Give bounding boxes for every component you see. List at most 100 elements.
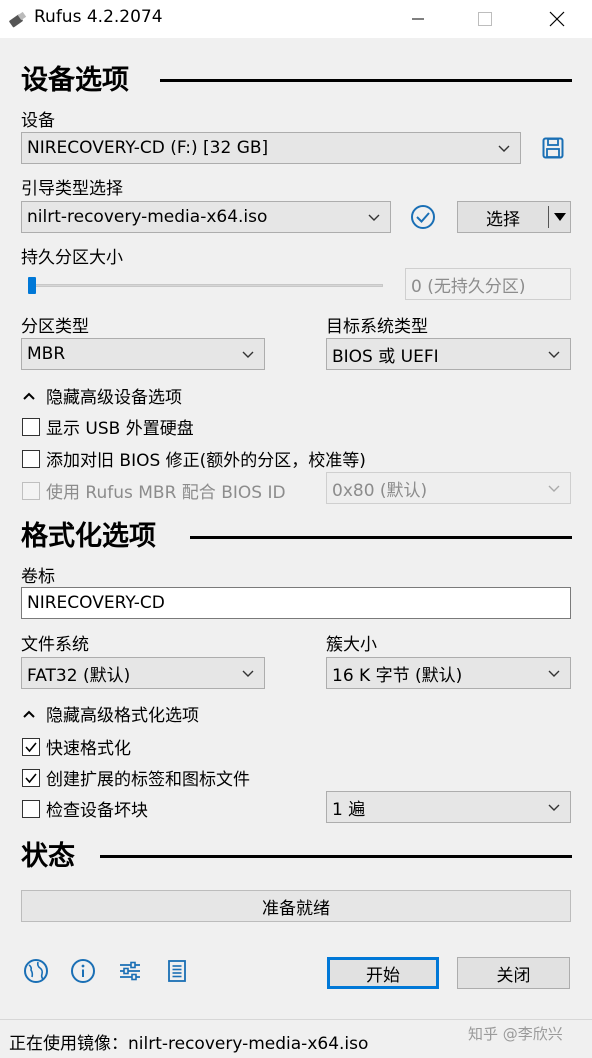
quick-format-label: 快速格式化 xyxy=(46,739,131,759)
start-button-label: 开始 xyxy=(366,965,400,986)
extended-label-option[interactable]: 创建扩展的标签和图标文件 xyxy=(22,765,250,790)
rufus-mbr-label: 使用 Rufus MBR 配合 BIOS ID xyxy=(46,483,286,503)
select-button-label: 选择 xyxy=(486,209,520,230)
chevron-down-icon xyxy=(498,145,510,152)
persistent-slider-track[interactable] xyxy=(31,284,383,287)
close-button[interactable]: 关闭 xyxy=(457,957,570,989)
title-bar: Rufus 4.2.2074 xyxy=(0,0,592,38)
bad-blocks-option[interactable]: 检查设备坏块 xyxy=(22,796,148,821)
advanced-device-toggle-label: 隐藏高级设备选项 xyxy=(46,388,182,408)
chevron-down-icon xyxy=(242,351,254,358)
persistent-size-field[interactable]: 0 (无持久分区) xyxy=(405,268,571,300)
close-button-label: 关闭 xyxy=(496,965,531,986)
quick-format-checkbox[interactable] xyxy=(22,737,40,756)
rufus-logo-icon xyxy=(9,11,27,28)
volume-label-input[interactable]: NIRECOVERY-CD xyxy=(21,587,571,619)
close-window-button[interactable] xyxy=(534,0,580,38)
passes-value: 1 遍 xyxy=(332,799,366,820)
verify-button[interactable] xyxy=(409,203,437,231)
partition-scheme-label: 分区类型 xyxy=(21,317,89,337)
checkmark-icon xyxy=(25,741,37,752)
bios-id-dropdown[interactable]: 0x80 (默认) xyxy=(326,472,571,504)
maximize-button[interactable] xyxy=(462,0,508,38)
section-divider xyxy=(190,536,572,539)
old-bios-fix-label: 添加对旧 BIOS 修正(额外的分区，校准等) xyxy=(46,451,366,471)
settings-button[interactable] xyxy=(116,957,144,985)
chevron-down-icon xyxy=(548,485,560,492)
chevron-down-icon xyxy=(368,214,380,221)
cluster-size-value: 16 K 字节 (默认) xyxy=(332,665,463,686)
partition-scheme-dropdown[interactable]: MBR xyxy=(21,338,265,370)
old-bios-fix-checkbox[interactable] xyxy=(22,449,40,468)
maximize-icon xyxy=(478,12,492,26)
watermark-text: 知乎 @李欣兴 xyxy=(468,1025,563,1043)
quick-format-option[interactable]: 快速格式化 xyxy=(22,734,131,759)
sliders-icon xyxy=(120,961,140,981)
file-system-label: 文件系统 xyxy=(21,635,89,655)
log-icon xyxy=(168,960,186,982)
device-section-title: 设备选项 xyxy=(21,65,129,96)
status-section-title: 状态 xyxy=(21,841,75,872)
chevron-up-icon xyxy=(23,392,35,400)
chevron-down-icon xyxy=(548,351,560,358)
old-bios-fix-option[interactable]: 添加对旧 BIOS 修正(额外的分区，校准等) xyxy=(22,446,366,471)
bad-blocks-label: 检查设备坏块 xyxy=(46,801,148,821)
rufus-mbr-option[interactable]: 使用 Rufus MBR 配合 BIOS ID xyxy=(22,478,286,503)
about-button[interactable] xyxy=(69,957,97,985)
persistent-size-value: 0 (无持久分区) xyxy=(411,276,526,297)
show-usb-hdd-label: 显示 USB 外置硬盘 xyxy=(46,419,194,439)
extended-label-label: 创建扩展的标签和图标文件 xyxy=(46,770,250,790)
format-section-title: 格式化选项 xyxy=(21,521,156,552)
bad-blocks-checkbox[interactable] xyxy=(22,799,40,818)
window-title: Rufus 4.2.2074 xyxy=(34,7,163,27)
globe-icon xyxy=(24,959,48,983)
caret-down-icon[interactable] xyxy=(553,212,567,222)
device-label: 设备 xyxy=(21,111,55,131)
status-progress-bar: 准备就绪 xyxy=(21,890,571,922)
info-icon xyxy=(71,959,95,983)
boot-selection-value: nilrt-recovery-media-x64.iso xyxy=(27,207,268,227)
volume-label-value: NIRECOVERY-CD xyxy=(27,593,165,613)
checkmark-icon xyxy=(25,772,37,783)
advanced-format-toggle-label: 隐藏高级格式化选项 xyxy=(46,706,199,726)
cluster-size-dropdown[interactable]: 16 K 字节 (默认) xyxy=(326,657,571,689)
device-value: NIRECOVERY-CD (F:) [32 GB] xyxy=(27,138,269,158)
persistent-slider-thumb[interactable] xyxy=(28,277,36,294)
show-usb-hdd-option[interactable]: 显示 USB 外置硬盘 xyxy=(22,414,194,439)
chevron-down-icon xyxy=(242,670,254,677)
partition-scheme-value: MBR xyxy=(27,344,66,364)
chevron-down-icon xyxy=(548,804,560,811)
status-text: 准备就绪 xyxy=(262,898,330,919)
persistent-partition-label: 持久分区大小 xyxy=(21,248,123,268)
boot-selection-dropdown[interactable]: nilrt-recovery-media-x64.iso xyxy=(21,201,391,233)
log-button[interactable] xyxy=(163,957,191,985)
minimize-icon xyxy=(412,18,424,20)
device-dropdown[interactable]: NIRECOVERY-CD (F:) [32 GB] xyxy=(21,132,521,164)
show-usb-hdd-checkbox[interactable] xyxy=(22,417,40,436)
volume-label-label: 卷标 xyxy=(21,567,55,587)
chevron-up-icon xyxy=(23,710,35,718)
boot-selection-label: 引导类型选择 xyxy=(21,179,123,199)
section-divider xyxy=(160,79,572,82)
status-bar: 正在使用镜像：nilrt-recovery-media-x64.iso 知乎 @… xyxy=(0,1019,592,1058)
advanced-device-toggle[interactable]: 隐藏高级设备选项 xyxy=(22,383,182,408)
cluster-size-label: 簇大小 xyxy=(326,635,377,655)
target-system-dropdown[interactable]: BIOS 或 UEFI xyxy=(326,338,571,370)
close-icon xyxy=(549,11,565,27)
extended-label-checkbox[interactable] xyxy=(22,768,40,787)
save-icon xyxy=(542,137,564,159)
rufus-mbr-checkbox[interactable] xyxy=(22,481,40,500)
section-divider xyxy=(100,855,572,858)
advanced-format-toggle[interactable]: 隐藏高级格式化选项 xyxy=(22,701,199,726)
file-system-dropdown[interactable]: FAT32 (默认) xyxy=(21,657,265,689)
minimize-button[interactable] xyxy=(395,0,441,38)
passes-dropdown[interactable]: 1 遍 xyxy=(326,791,571,823)
status-bar-text: 正在使用镜像：nilrt-recovery-media-x64.iso xyxy=(9,1034,369,1054)
select-button[interactable]: 选择 xyxy=(457,201,571,233)
save-drive-button[interactable] xyxy=(539,134,567,162)
target-system-value: BIOS 或 UEFI xyxy=(332,346,439,367)
file-system-value: FAT32 (默认) xyxy=(27,665,131,686)
language-button[interactable] xyxy=(22,957,50,985)
chevron-down-icon xyxy=(548,670,560,677)
start-button[interactable]: 开始 xyxy=(327,957,439,989)
